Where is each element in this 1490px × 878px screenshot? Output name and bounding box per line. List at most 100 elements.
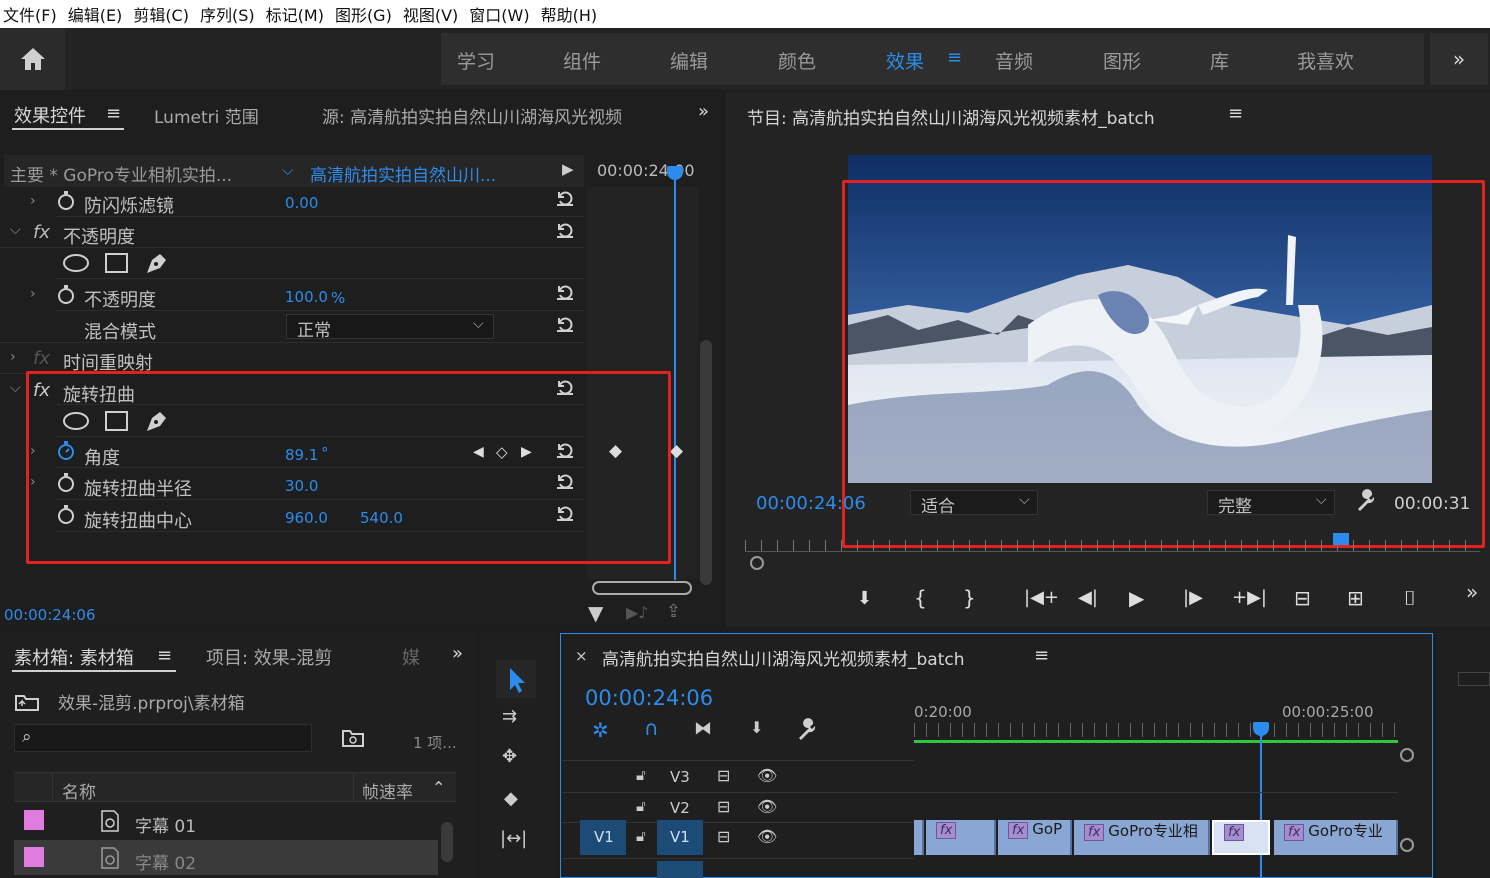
eye-icon[interactable]: 👁︎	[757, 797, 777, 816]
ec-scrollbar[interactable]	[700, 340, 712, 585]
filter-icon[interactable]: ▼	[588, 601, 603, 625]
stopwatch-icon[interactable]	[57, 285, 75, 305]
track-select-icon[interactable]: ⇉	[502, 706, 517, 727]
slip-icon[interactable]: |↔|	[500, 828, 527, 849]
ec-playhead[interactable]	[674, 170, 676, 580]
track-v1-target[interactable]: V1	[657, 820, 703, 855]
transport-overflow-icon[interactable]: »	[1466, 580, 1478, 604]
mark-out-icon[interactable]: }	[963, 586, 976, 610]
export-icon[interactable]: ⇪	[666, 601, 681, 622]
program-timecode[interactable]: 00:00:24:06	[756, 493, 866, 514]
source-patch-v1[interactable]: V1	[580, 820, 626, 855]
timeline-clip[interactable]: fx GoPro专业	[1274, 820, 1398, 855]
bin-item-name[interactable]: 字幕 01	[135, 812, 196, 837]
column-name[interactable]: 名称	[62, 778, 96, 803]
reset-icon[interactable]	[555, 188, 575, 208]
bin-item-name[interactable]: 字幕 02	[135, 849, 196, 874]
flicker-value[interactable]: 0.00	[285, 194, 318, 212]
timeline-clip[interactable]: fx	[926, 820, 996, 855]
timeline-settings-wrench-icon[interactable]	[795, 718, 819, 742]
add-marker-icon[interactable]: ⬇	[857, 588, 872, 609]
scroll-handle[interactable]	[1400, 748, 1414, 762]
play-icon[interactable]: ▶	[1129, 586, 1144, 610]
ec-zoom-scrollbar[interactable]	[592, 581, 692, 595]
tab-media[interactable]: 媒	[402, 644, 420, 670]
home-button[interactable]	[0, 28, 65, 90]
menu-marker[interactable]: 标记(M)	[263, 2, 332, 26]
lift-icon[interactable]: ⊟	[1294, 586, 1311, 610]
label-color-swatch[interactable]	[24, 810, 44, 830]
workspace-learn[interactable]: 学习	[457, 47, 495, 74]
master-clip-label[interactable]: 主要 * GoPro专业相机实拍...	[10, 161, 250, 186]
workspace-favorites[interactable]: 我喜欢	[1297, 47, 1354, 74]
tab-project[interactable]: 项目: 效果-混剪	[206, 644, 332, 670]
eye-icon[interactable]: 👁︎	[757, 827, 777, 846]
ellipse-mask-icon[interactable]	[62, 253, 90, 273]
go-to-out-icon[interactable]: +▶|	[1232, 587, 1267, 608]
pen-mask-icon[interactable]	[144, 250, 170, 276]
effect-controls-menu-icon[interactable]: ≡	[106, 103, 121, 124]
collapse-opacity-chevron-icon[interactable]: ⌵	[10, 222, 21, 238]
workspace-editing[interactable]: 编辑	[670, 47, 708, 74]
lock-icon[interactable]: 🔓︎	[636, 797, 646, 815]
menu-window[interactable]: 窗口(W)	[466, 2, 537, 26]
menu-help[interactable]: 帮助(H)	[538, 2, 606, 26]
timeline-timecode[interactable]: 00:00:24:06	[585, 686, 713, 710]
track-label-v3[interactable]: V3	[670, 768, 690, 786]
selection-tool[interactable]	[496, 660, 536, 698]
linked-selection-icon[interactable]: ⧓	[694, 718, 712, 739]
fx-icon[interactable]: fx	[33, 348, 50, 369]
eye-icon[interactable]: 👁︎	[757, 766, 777, 785]
workspace-overflow-icon[interactable]: »	[1430, 33, 1488, 85]
bin-menu-icon[interactable]: ≡	[157, 645, 172, 666]
reset-icon[interactable]	[555, 282, 575, 302]
scroll-handle[interactable]	[1400, 838, 1414, 852]
timeline-ruler[interactable]	[914, 723, 1398, 737]
lock-icon[interactable]: 🔓︎	[636, 827, 646, 845]
stopwatch-icon[interactable]	[57, 191, 75, 211]
tab-effect-controls[interactable]: 效果控件	[14, 102, 86, 128]
rectangle-mask-icon[interactable]	[104, 252, 130, 274]
expand-time-remap-chevron-icon[interactable]: ›	[10, 349, 16, 365]
folder-up-icon[interactable]	[14, 692, 40, 712]
keyframe-diamond-icon[interactable]: ◆	[670, 441, 683, 461]
menu-graphics[interactable]: 图形(G)	[332, 2, 400, 26]
bin-overflow-icon[interactable]: »	[452, 643, 463, 664]
reset-icon[interactable]	[555, 220, 575, 240]
opacity-value[interactable]: 100.0	[285, 288, 328, 306]
new-search-bin-icon[interactable]	[341, 728, 365, 748]
program-ruler[interactable]	[745, 540, 1480, 552]
bin-search-input[interactable]	[45, 727, 305, 749]
add-marker-icon[interactable]: ⬇	[750, 718, 763, 737]
expand-flicker-chevron-icon[interactable]: ›	[30, 193, 36, 209]
workspace-menu-icon[interactable]: ≡	[947, 47, 962, 68]
menu-view[interactable]: 视图(V)	[400, 2, 466, 26]
reset-icon[interactable]	[555, 314, 575, 334]
track-label-v2[interactable]: V2	[670, 799, 690, 817]
program-menu-icon[interactable]: ≡	[1228, 103, 1243, 124]
program-playhead[interactable]	[1333, 533, 1349, 545]
sync-lock-icon[interactable]: ⊟	[717, 797, 730, 816]
timeline-clip[interactable]	[914, 820, 924, 855]
workspace-effects[interactable]: 效果	[886, 47, 924, 74]
nest-toggle-icon[interactable]: ✲	[592, 718, 609, 742]
sort-up-icon[interactable]: ⌃	[432, 778, 445, 797]
menu-edit[interactable]: 编辑(E)	[65, 2, 131, 26]
clip-label[interactable]: 高清航拍实拍自然山川...	[310, 161, 540, 186]
workspace-graphics[interactable]: 图形	[1103, 47, 1141, 74]
bin-search[interactable]: ⌕	[14, 724, 312, 752]
fx-icon[interactable]: fx	[33, 222, 50, 243]
bin-list-item[interactable]	[14, 803, 438, 838]
sequence-menu-icon[interactable]: ≡	[1034, 645, 1049, 666]
program-monitor-title[interactable]: 节目: 高清航拍实拍自然山川湖海风光视频素材_batch	[747, 104, 1155, 129]
fit-dropdown[interactable]: 适合 ⌵	[910, 490, 1038, 517]
label-color-swatch[interactable]	[24, 847, 44, 867]
timeline-clip[interactable]: fx GoPro专业相	[1074, 820, 1210, 855]
panel-overflow-icon[interactable]: »	[698, 101, 709, 122]
program-zoom-scrollbar[interactable]	[750, 556, 1480, 570]
extract-icon[interactable]: ⊞	[1347, 586, 1364, 610]
audio-play-icon[interactable]: ▶♪	[626, 603, 649, 622]
workspace-audio[interactable]: 音频	[995, 47, 1033, 74]
sync-lock-icon[interactable]: ⊟	[717, 827, 730, 846]
step-back-icon[interactable]: ◀|	[1078, 587, 1098, 608]
